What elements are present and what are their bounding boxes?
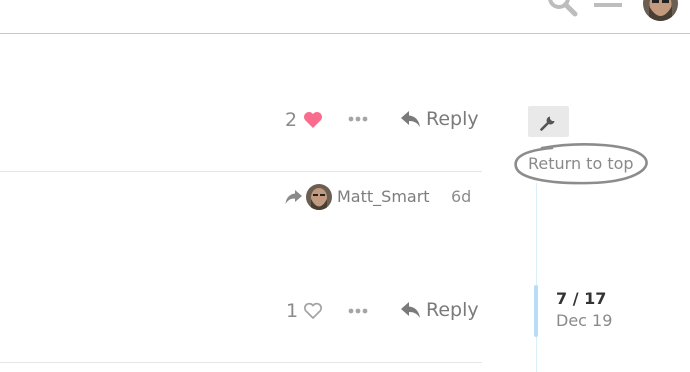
heart-filled-icon[interactable] [303,111,323,129]
more-options-icon[interactable] [348,308,368,314]
hand-drawn-circle-annotation [514,143,648,185]
like-count[interactable]: 2 [285,109,297,131]
header-divider [0,33,690,34]
reply-label: Reply [426,299,479,321]
timeline-date: Dec 19 [556,311,613,330]
post-divider [0,171,482,172]
search-icon[interactable] [546,0,578,20]
heart-outline-icon[interactable] [303,302,323,320]
reply-to-avatar[interactable] [306,184,332,210]
reply-arrow-icon [401,111,420,127]
timeline-rail[interactable] [536,183,537,372]
post-age[interactable]: 6d [451,187,471,206]
timeline-position: 7 / 17 [556,289,607,308]
like-count[interactable]: 1 [286,300,298,322]
reply-to-arrow-icon [285,190,302,204]
wrench-icon [539,116,554,131]
timeline-handle[interactable] [534,285,538,337]
hamburger-menu-icon[interactable] [594,0,622,14]
reply-button[interactable]: Reply [401,108,479,130]
reply-to-username[interactable]: Matt_Smart [337,187,430,206]
more-options-icon[interactable] [348,116,368,122]
reply-label: Reply [426,108,479,130]
post-divider [0,362,482,363]
reply-button[interactable]: Reply [401,299,479,321]
user-avatar[interactable] [643,0,678,21]
reply-arrow-icon [401,302,420,318]
admin-wrench-button[interactable] [528,106,569,137]
